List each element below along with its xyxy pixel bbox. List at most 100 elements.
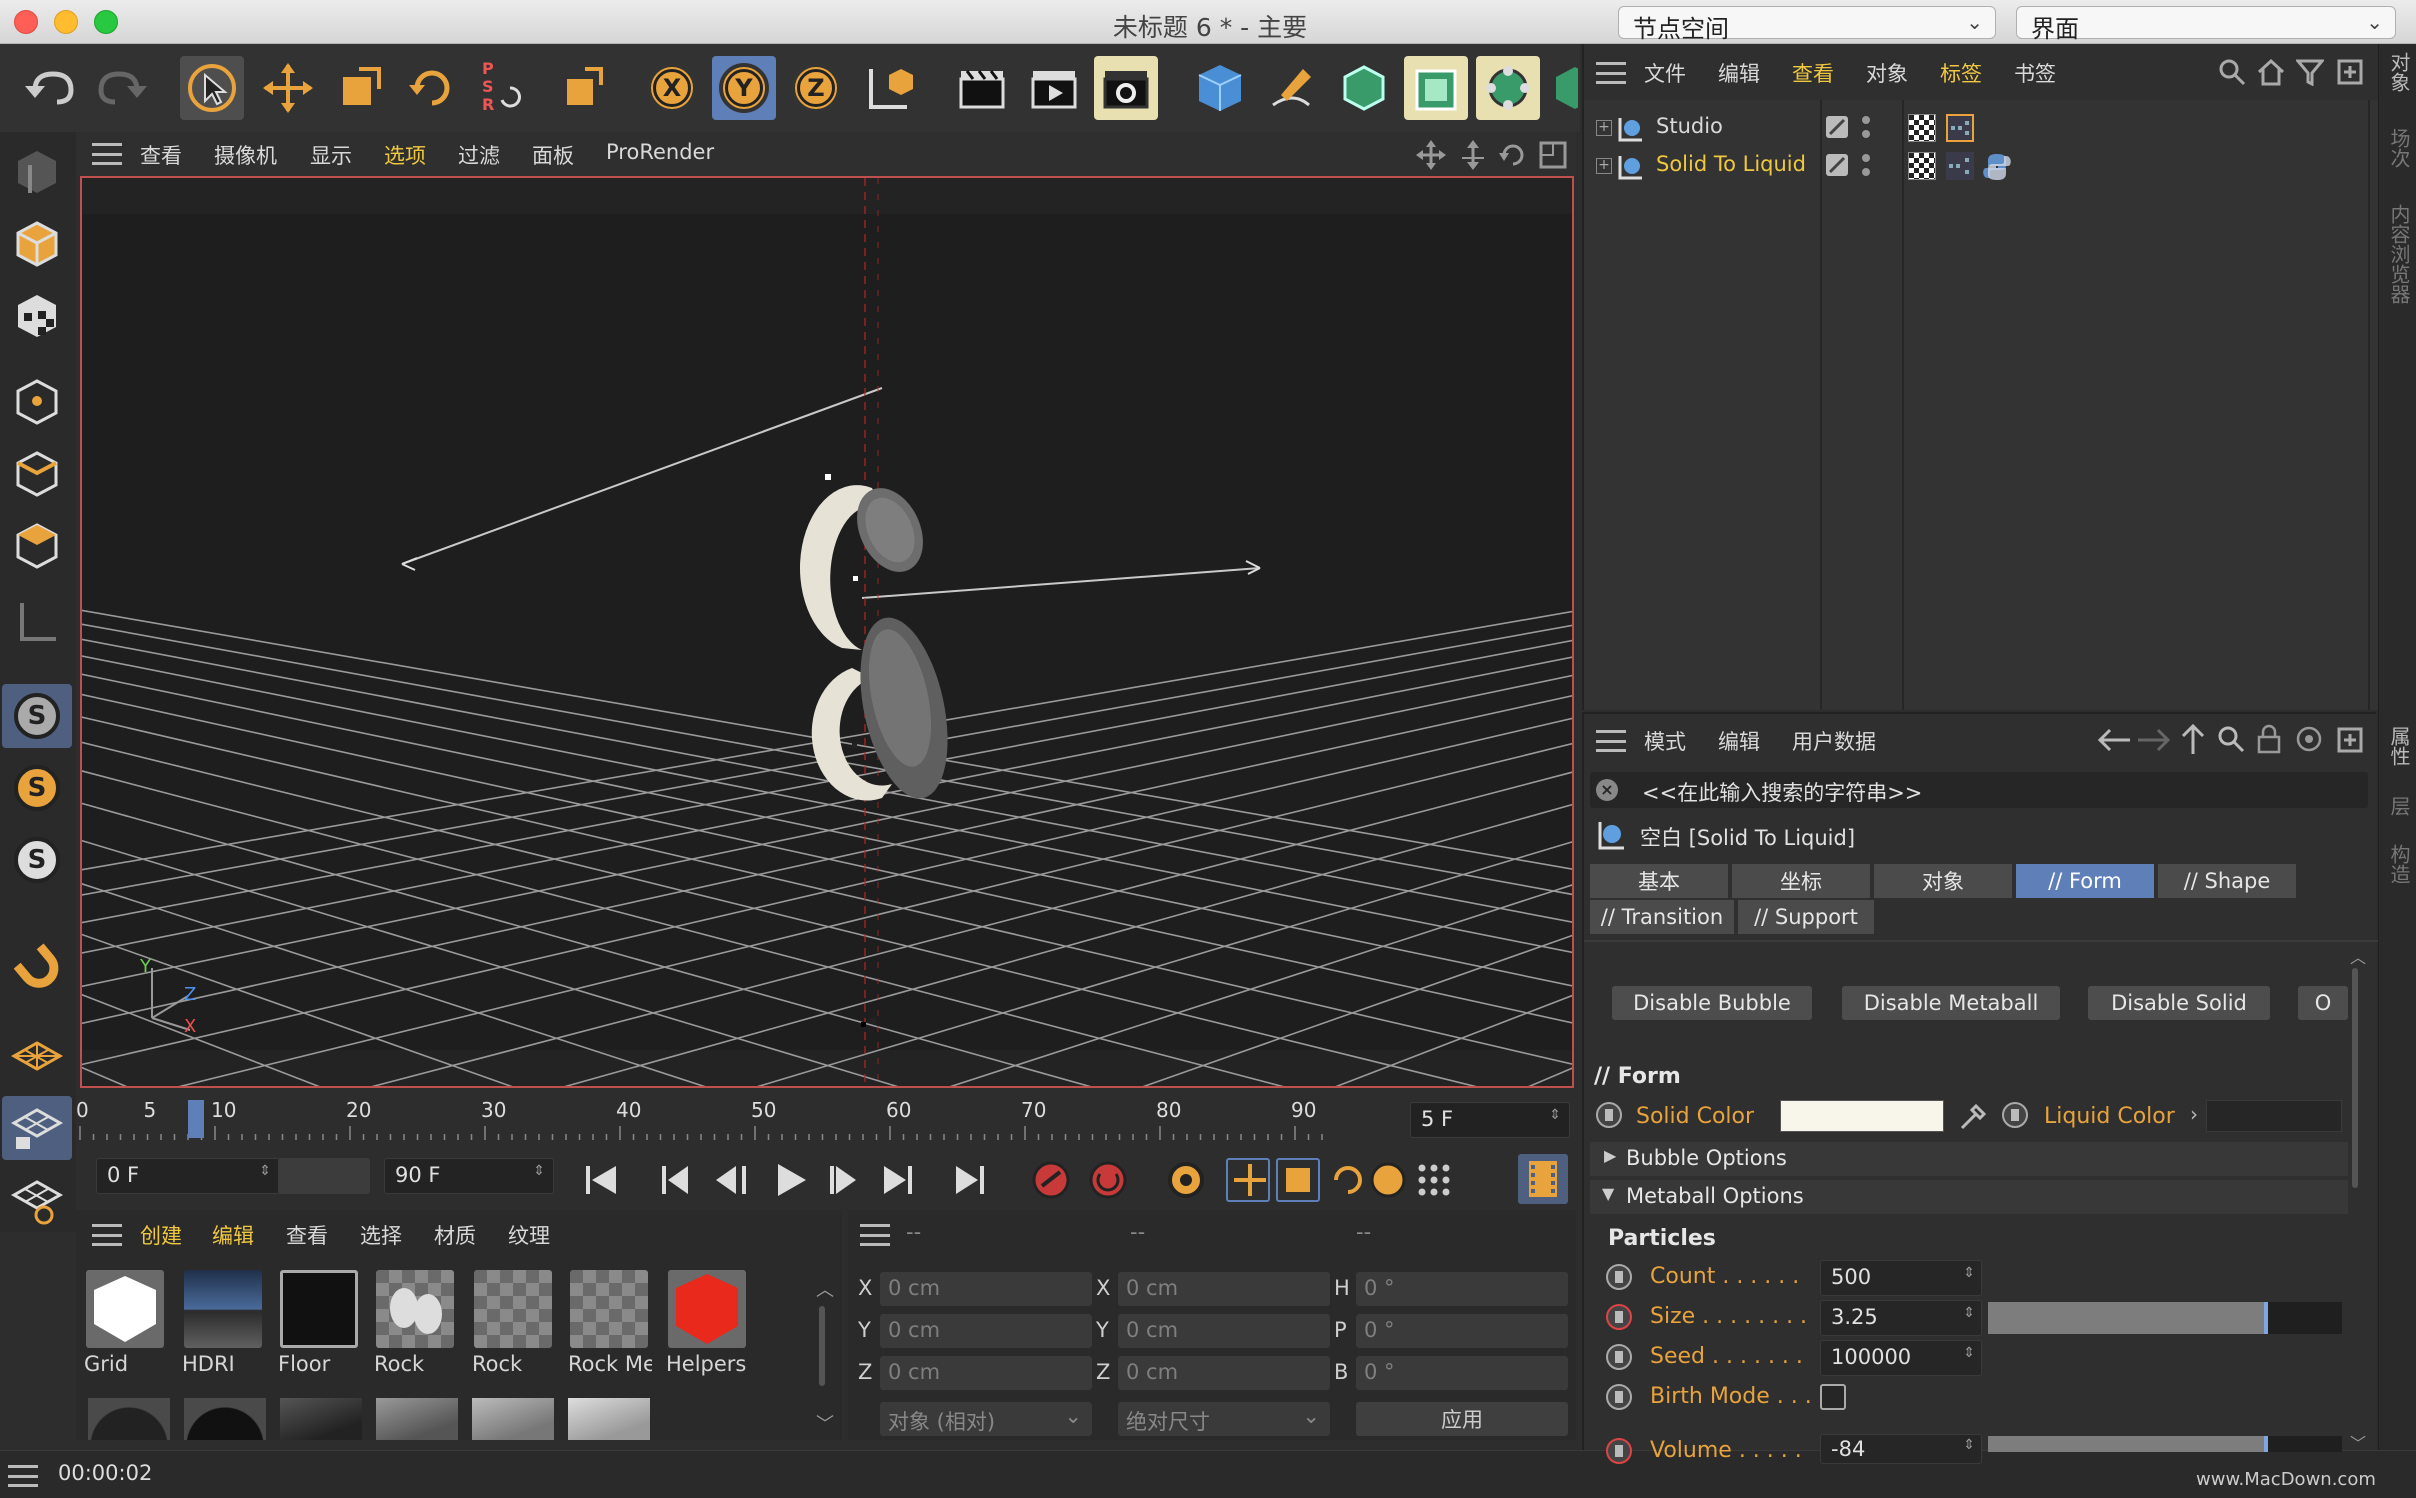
python-tag-icon[interactable] — [1982, 152, 2012, 182]
tab-form[interactable]: // Form — [2016, 864, 2154, 898]
om-menu-tags[interactable]: 标签 — [1940, 58, 1982, 88]
key-rotation-button[interactable] — [1326, 1158, 1370, 1202]
record-button[interactable] — [1030, 1158, 1074, 1202]
current-frame-field[interactable]: 5 F ⇕ — [1410, 1102, 1570, 1138]
animate-node-icon[interactable] — [1606, 1384, 1632, 1410]
overflow-button[interactable]: O — [2298, 986, 2348, 1020]
z-axis-button[interactable]: Z — [784, 56, 848, 120]
next-frame-button[interactable] — [822, 1160, 866, 1200]
editor-visibility-dot[interactable] — [1862, 116, 1870, 124]
pan-view-icon[interactable] — [1416, 140, 1446, 170]
render-settings-button[interactable] — [1094, 56, 1158, 120]
previous-key-button[interactable] — [654, 1160, 698, 1200]
maximize-view-icon[interactable] — [1538, 140, 1568, 170]
key-scale-button[interactable] — [1276, 1158, 1320, 1202]
volume-field[interactable]: -84 ⇕ — [1820, 1434, 1982, 1464]
material-swatch[interactable] — [88, 1398, 170, 1440]
undo-button[interactable] — [18, 56, 82, 120]
vtab-takes[interactable]: 场次 — [2385, 128, 2414, 168]
psr-button[interactable]: P S R — [472, 56, 536, 120]
animate-node-red-icon[interactable] — [1606, 1304, 1632, 1330]
edges-mode-button[interactable] — [2, 442, 72, 506]
birth-mode-checkbox[interactable] — [1820, 1384, 1846, 1410]
mat-menu-select[interactable]: 选择 — [360, 1220, 402, 1250]
layout-dropdown[interactable]: 界面 ⌄ — [2016, 6, 2396, 43]
vtab-objects[interactable]: 对象 — [2385, 52, 2414, 92]
previous-frame-button[interactable] — [708, 1160, 752, 1200]
seed-field[interactable]: 100000 ⇕ — [1820, 1340, 1982, 1376]
range-slider[interactable] — [278, 1158, 370, 1194]
attributes-search-field[interactable]: × <<在此输入搜索的字符串>> — [1590, 772, 2368, 808]
object-name[interactable]: Solid To Liquid — [1656, 152, 1806, 176]
end-frame-field[interactable]: 90 F ⇕ — [384, 1158, 554, 1194]
rot-h-field[interactable]: 0 ° — [1356, 1272, 1568, 1306]
mat-menu-create[interactable]: 创建 — [140, 1220, 182, 1250]
material-rock-metal[interactable]: Rock Me — [566, 1266, 652, 1376]
home-icon[interactable] — [2256, 58, 2286, 86]
apply-button[interactable]: 应用 — [1356, 1402, 1568, 1436]
pos-z-field[interactable]: 0 cm — [880, 1356, 1092, 1390]
size-z-field[interactable]: 0 cm — [1118, 1356, 1330, 1390]
attr-menu-edit[interactable]: 编辑 — [1718, 726, 1760, 756]
size-field[interactable]: 3.25 ⇕ — [1820, 1300, 1982, 1336]
timeline-window-button[interactable] — [1518, 1154, 1568, 1204]
material-swatch[interactable] — [376, 1398, 458, 1440]
animate-node-icon[interactable] — [1606, 1344, 1632, 1370]
expand-icon[interactable]: + — [1596, 120, 1612, 136]
vtab-structure[interactable]: 构造 — [2385, 844, 2414, 884]
om-menu-file[interactable]: 文件 — [1644, 58, 1686, 88]
tab-shape[interactable]: // Shape — [2158, 864, 2296, 898]
subdivision-button[interactable] — [1332, 56, 1396, 120]
coordinates-menu-icon[interactable] — [860, 1224, 890, 1246]
rot-b-field[interactable]: 0 ° — [1356, 1356, 1568, 1390]
y-axis-button[interactable]: Y — [712, 56, 776, 120]
count-field[interactable]: 500 ⇕ — [1820, 1260, 1982, 1296]
generator-button[interactable] — [1404, 56, 1468, 120]
menu-prorender[interactable]: ProRender — [606, 140, 714, 164]
animate-node-red-icon[interactable] — [1606, 1438, 1632, 1464]
start-frame-field[interactable]: 0 F ⇕ — [96, 1158, 280, 1194]
rotate-tool-button[interactable] — [400, 56, 464, 120]
tab-support[interactable]: // Support — [1738, 900, 1874, 934]
disable-bubble-button[interactable]: Disable Bubble — [1612, 986, 1812, 1020]
go-to-start-button[interactable] — [578, 1160, 622, 1200]
scroll-up-icon[interactable]: ︿ — [816, 1276, 834, 1302]
tab-object[interactable]: 对象 — [1874, 864, 2012, 898]
next-key-button[interactable] — [876, 1160, 920, 1200]
expand-icon[interactable]: + — [1596, 158, 1612, 174]
material-hdri[interactable]: HDRI — [180, 1266, 266, 1376]
chevron-right-icon[interactable]: › — [2190, 1102, 2198, 1126]
volume-slider[interactable] — [1988, 1436, 2342, 1452]
play-button[interactable] — [770, 1160, 814, 1200]
key-pla-button[interactable] — [1412, 1158, 1456, 1202]
om-menu-view[interactable]: 查看 — [1792, 58, 1834, 88]
node-space-dropdown[interactable]: 节点空间 ⌄ — [1618, 6, 1996, 43]
new-window-icon[interactable] — [2336, 58, 2364, 86]
material-menu-icon[interactable] — [92, 1224, 122, 1246]
polygons-mode-button[interactable] — [2, 514, 72, 578]
playhead[interactable] — [188, 1100, 204, 1138]
menu-camera[interactable]: 摄像机 — [214, 140, 277, 170]
disable-metaball-button[interactable]: Disable Metaball — [1842, 986, 2060, 1020]
material-swatch[interactable] — [184, 1398, 266, 1440]
filter-icon[interactable] — [2296, 58, 2324, 86]
pos-x-field[interactable]: 0 cm — [880, 1272, 1092, 1306]
menu-options[interactable]: 选项 — [384, 140, 426, 170]
rotate-view-icon[interactable] — [1498, 140, 1528, 170]
render-picture-viewer-button[interactable] — [1022, 56, 1086, 120]
vtab-layers[interactable]: 层 — [2385, 796, 2414, 816]
close-window-button[interactable] — [14, 10, 38, 34]
cube-object-button[interactable] — [1188, 56, 1252, 120]
animate-node-icon[interactable] — [2002, 1102, 2028, 1128]
attr-menu-userdata[interactable]: 用户数据 — [1792, 726, 1876, 756]
bubble-options-group[interactable]: ▶ Bubble Options — [1590, 1142, 2348, 1176]
mat-menu-material[interactable]: 材质 — [434, 1220, 476, 1250]
display-tag-icon[interactable] — [1946, 114, 1974, 142]
solid-color-swatch[interactable] — [1780, 1100, 1944, 1132]
planar-workplane-button[interactable] — [2, 1168, 72, 1232]
locked-workplane-button[interactable] — [2, 1096, 72, 1160]
tab-coordinates[interactable]: 坐标 — [1732, 864, 1870, 898]
search-icon[interactable] — [2218, 58, 2246, 86]
eyedropper-icon[interactable] — [1958, 1100, 1990, 1132]
om-menu-edit[interactable]: 编辑 — [1718, 58, 1760, 88]
